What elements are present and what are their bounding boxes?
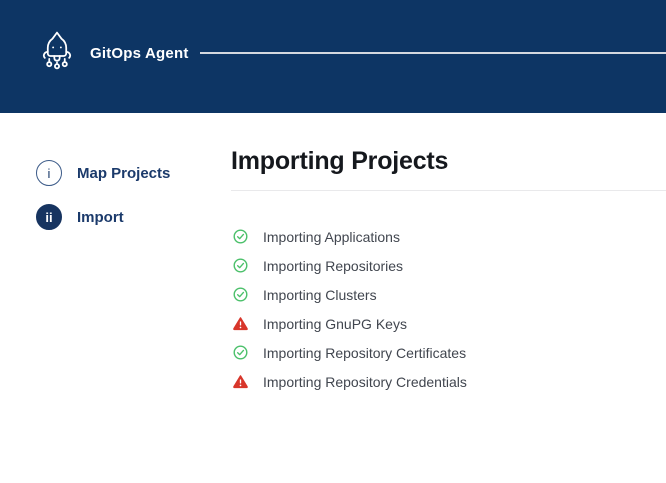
page-title: Importing Projects — [231, 146, 666, 177]
status-row: Importing Repositories — [233, 258, 666, 273]
wizard-stepper: i Map Projects ii Import — [36, 160, 216, 248]
warning-triangle-icon — [233, 374, 248, 389]
step-import[interactable]: ii Import — [36, 204, 216, 230]
status-row: Importing Applications — [233, 229, 666, 244]
status-row: Importing Clusters — [233, 287, 666, 302]
app-title: GitOps Agent — [90, 45, 189, 62]
check-circle-icon — [233, 258, 248, 273]
header-divider — [200, 52, 666, 54]
step-2-label: Import — [77, 209, 124, 226]
status-row: Importing GnuPG Keys — [233, 316, 666, 331]
step-map-projects[interactable]: i Map Projects — [36, 160, 216, 186]
status-item-label: Importing Applications — [263, 229, 400, 245]
main-content: Importing Projects Importing Application… — [231, 146, 666, 403]
step-2-indicator: ii — [36, 204, 62, 230]
status-item-label: Importing Repository Credentials — [263, 374, 467, 390]
title-divider — [231, 190, 666, 191]
step-1-indicator: i — [36, 160, 62, 186]
status-item-label: Importing Repositories — [263, 258, 403, 274]
app-header: GitOps Agent — [0, 0, 666, 113]
status-item-label: Importing Clusters — [263, 287, 377, 303]
status-item-label: Importing GnuPG Keys — [263, 316, 407, 332]
status-row: Importing Repository Credentials — [233, 374, 666, 389]
step-1-label: Map Projects — [77, 165, 170, 182]
status-row: Importing Repository Certificates — [233, 345, 666, 360]
warning-triangle-icon — [233, 316, 248, 331]
status-list: Importing Applications Importing Reposit… — [233, 229, 666, 389]
check-circle-icon — [233, 345, 248, 360]
status-item-label: Importing Repository Certificates — [263, 345, 466, 361]
octopus-logo-icon — [36, 30, 78, 74]
check-circle-icon — [233, 229, 248, 244]
check-circle-icon — [233, 287, 248, 302]
